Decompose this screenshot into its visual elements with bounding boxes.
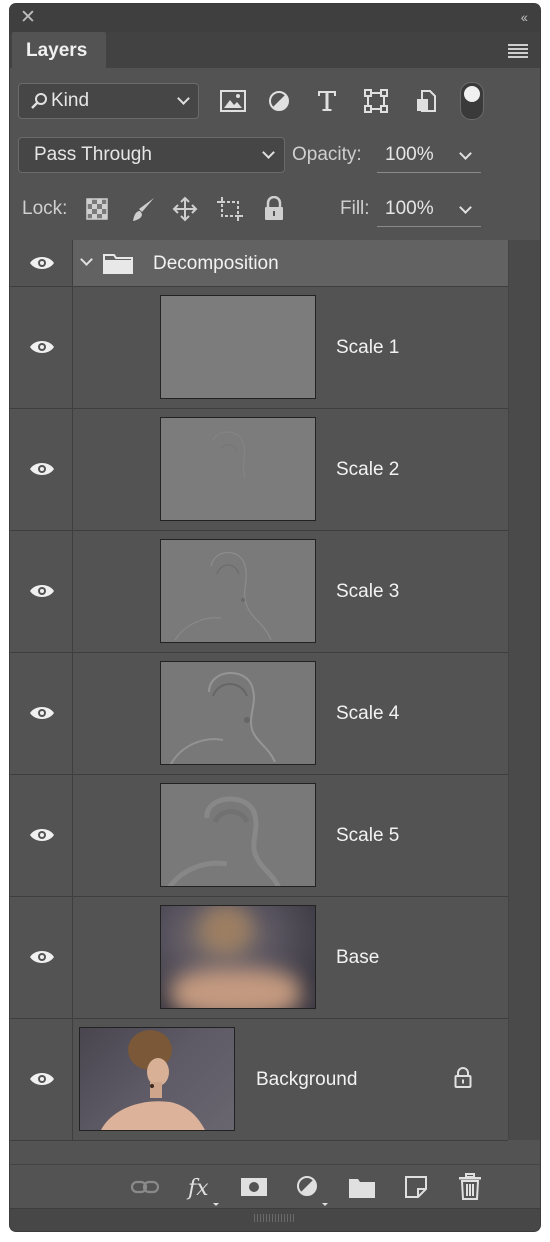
- filter-shape-icon[interactable]: [364, 89, 388, 113]
- fill-label: Fill:: [340, 198, 370, 219]
- layer-name: Scale 3: [336, 581, 400, 602]
- layer-group-name: Decomposition: [153, 253, 279, 274]
- lock-artboard-icon[interactable]: [216, 196, 244, 222]
- fx-layer-style-icon[interactable]: fx: [186, 1173, 226, 1207]
- chevron-down-icon[interactable]: [80, 253, 93, 266]
- svg-text:fx: fx: [186, 1176, 209, 1201]
- thumbnail-portrait: [101, 1030, 205, 1130]
- folder-icon: [103, 254, 133, 274]
- layer-row[interactable]: Scale 2: [10, 409, 508, 531]
- layer-row[interactable]: Scale 5: [10, 775, 508, 897]
- layer-thumbnail: [160, 295, 316, 399]
- filter-kind-dropdown[interactable]: Kind: [18, 83, 199, 119]
- new-layer-icon[interactable]: [404, 1175, 428, 1199]
- collapse-panel-icon[interactable]: ‹‹: [521, 9, 528, 25]
- layer-thumbnail: [160, 539, 316, 643]
- eye-icon[interactable]: [29, 949, 55, 965]
- visibility-cell: [10, 1019, 73, 1140]
- close-icon[interactable]: ✕: [20, 7, 36, 29]
- opacity-chevron-down-icon[interactable]: [459, 147, 472, 160]
- thumbnail-blur-head: [201, 906, 251, 952]
- tab-layers-label: Layers: [26, 40, 88, 61]
- lock-image-pixels-brush-icon[interactable]: [130, 196, 156, 224]
- fill-value-field[interactable]: 100%: [385, 198, 434, 220]
- layer-thumbnail: [160, 783, 316, 887]
- visibility-cell: [10, 775, 73, 896]
- lock-position-move-icon[interactable]: [172, 196, 198, 222]
- chevron-down-icon: [177, 92, 190, 105]
- trash-delete-icon[interactable]: [458, 1173, 482, 1201]
- eye-icon[interactable]: [29, 583, 55, 599]
- panel-tab-row: Layers: [10, 32, 540, 68]
- blend-mode-value: Pass Through: [34, 144, 152, 165]
- fill-chevron-down-icon[interactable]: [459, 201, 472, 214]
- opacity-label: Opacity:: [292, 144, 362, 165]
- layer-lock-icon: [454, 1067, 472, 1088]
- layer-name: Scale 4: [336, 703, 400, 724]
- layer-row[interactable]: Scale 4: [10, 653, 508, 775]
- chevron-down-icon: [262, 146, 275, 159]
- eye-icon[interactable]: [29, 705, 55, 721]
- layers-bottom-toolbar: fx: [10, 1164, 540, 1209]
- fill-underline: [377, 226, 481, 227]
- visibility-cell: [10, 653, 73, 774]
- filter-type-icon[interactable]: [316, 89, 338, 113]
- visibility-cell: [10, 897, 73, 1018]
- visibility-cell: [10, 240, 73, 286]
- layer-thumbnail: [160, 417, 316, 521]
- thumbnail-image: [174, 551, 272, 641]
- layer-row[interactable]: Scale 1: [10, 287, 508, 409]
- layers-list: Decomposition Scale 1 Scale 2 Scale 3 Sc…: [10, 240, 508, 1141]
- new-group-folder-icon[interactable]: [348, 1177, 376, 1199]
- thumbnail-blur-body: [171, 968, 301, 1008]
- visibility-cell: [10, 287, 73, 408]
- layer-name: Base: [336, 947, 380, 968]
- layer-row[interactable]: Base: [10, 897, 508, 1019]
- tab-layers[interactable]: Layers: [12, 32, 106, 68]
- opacity-underline: [377, 172, 481, 173]
- eye-icon[interactable]: [29, 461, 55, 477]
- layer-row[interactable]: Scale 3: [10, 531, 508, 653]
- link-layers-icon[interactable]: [130, 1179, 160, 1195]
- visibility-cell: [10, 409, 73, 530]
- filter-kind-label: Kind: [51, 90, 90, 111]
- group-header: Decomposition: [73, 240, 508, 286]
- filter-smart-object-icon[interactable]: [415, 89, 437, 113]
- panel-menu-icon[interactable]: [508, 44, 528, 58]
- blend-mode-dropdown[interactable]: Pass Through: [18, 137, 285, 173]
- new-adjustment-layer-icon[interactable]: [296, 1175, 330, 1207]
- layer-name: Scale 1: [336, 337, 400, 358]
- filter-toggle-switch[interactable]: [460, 82, 484, 120]
- layer-name: Background: [256, 1069, 358, 1090]
- layer-thumbnail: [79, 1027, 235, 1131]
- eye-icon[interactable]: [29, 255, 55, 271]
- visibility-cell: [10, 531, 73, 652]
- lock-label: Lock:: [22, 198, 68, 219]
- eye-icon[interactable]: [29, 827, 55, 843]
- layer-name: Scale 5: [336, 825, 400, 846]
- eye-icon[interactable]: [29, 1071, 55, 1087]
- layer-thumbnail: [160, 661, 316, 765]
- panel-title-bar: ✕ ‹‹: [10, 4, 540, 32]
- layer-name: Scale 2: [336, 459, 400, 480]
- layer-thumbnail: [160, 905, 316, 1009]
- eye-icon[interactable]: [29, 339, 55, 355]
- thumbnail-image: [167, 796, 281, 886]
- lock-all-icon[interactable]: [263, 196, 285, 222]
- layers-scrollbar[interactable]: [508, 240, 540, 1140]
- layer-group-row[interactable]: Decomposition: [10, 240, 508, 287]
- layer-row[interactable]: Background: [10, 1019, 508, 1141]
- panel-resize-bar[interactable]: [10, 1208, 540, 1231]
- thumbnail-image: [212, 431, 246, 479]
- resize-grip-icon[interactable]: [254, 1214, 296, 1222]
- add-mask-icon[interactable]: [240, 1177, 268, 1197]
- lock-transparent-pixels-icon[interactable]: [86, 198, 108, 220]
- filter-adjustment-icon[interactable]: [268, 90, 290, 112]
- filter-pixel-icon[interactable]: [220, 90, 246, 112]
- opacity-value-field[interactable]: 100%: [385, 144, 434, 166]
- search-icon: [31, 93, 47, 109]
- layers-panel: ✕ ‹‹ Layers Kind Pass Through Opacity: 1…: [10, 4, 540, 1231]
- toggle-knob: [464, 86, 480, 102]
- thumbnail-image: [170, 672, 276, 764]
